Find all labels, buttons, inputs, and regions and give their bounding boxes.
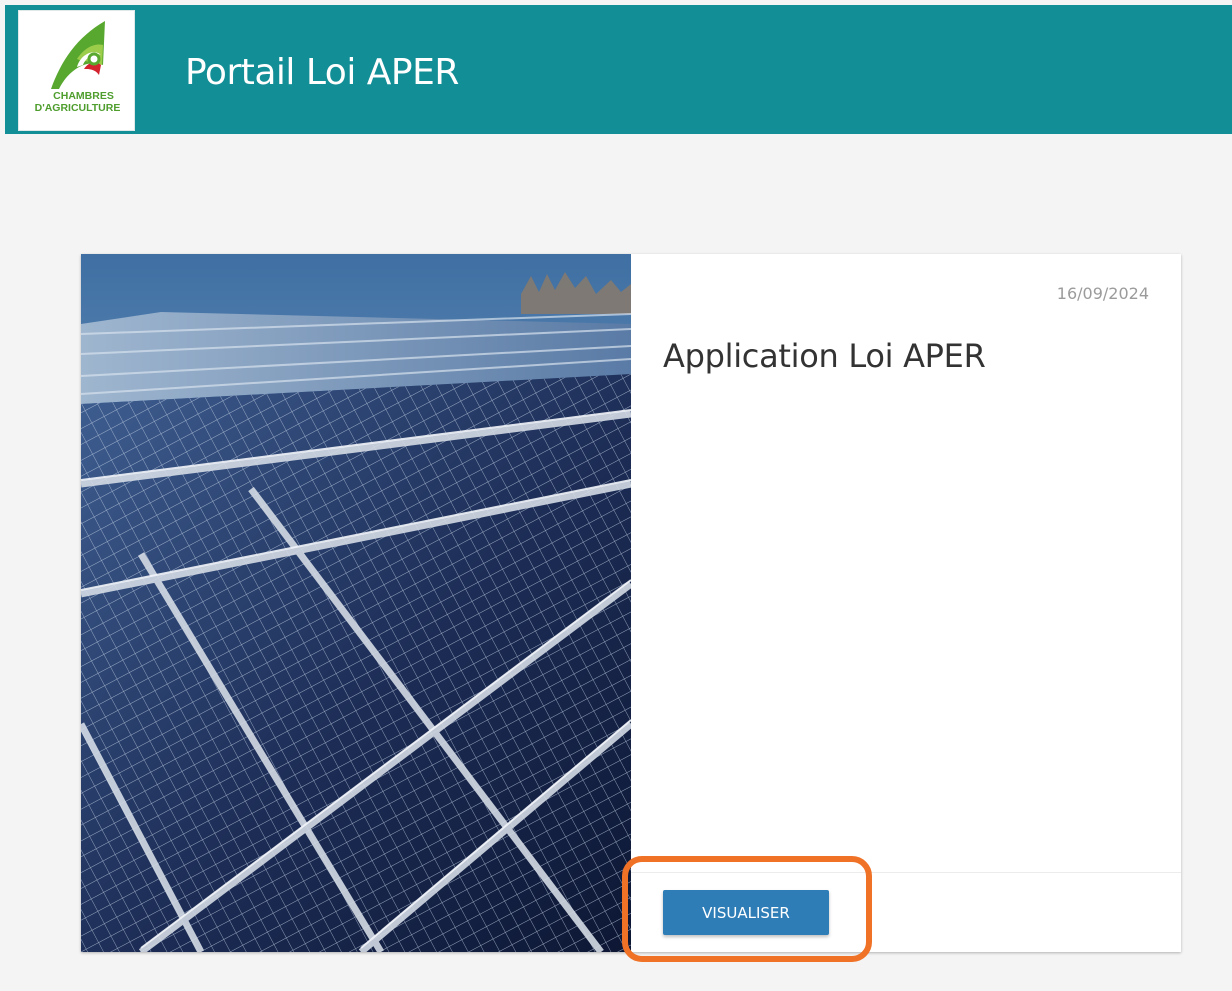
app-header: CHAMBRES D'AGRICULTURE Portail Loi APER	[5, 5, 1232, 134]
logo-text-line1: CHAMBRES	[53, 90, 114, 102]
logo-text-line2: D'AGRICULTURE	[34, 102, 121, 114]
card-date: 16/09/2024	[1056, 284, 1149, 303]
card-title: Application Loi APER	[663, 337, 986, 375]
app-title: Portail Loi APER	[185, 52, 459, 93]
solar-panels-photo	[81, 254, 631, 952]
card-footer-divider	[631, 872, 1181, 873]
chambres-agriculture-logo-icon	[51, 21, 105, 89]
visualiser-button[interactable]: VISUALISER	[663, 890, 829, 935]
application-card: 16/09/2024 Application Loi APER VISUALIS…	[81, 254, 1181, 952]
chambres-agriculture-logo[interactable]: CHAMBRES D'AGRICULTURE	[18, 10, 135, 131]
